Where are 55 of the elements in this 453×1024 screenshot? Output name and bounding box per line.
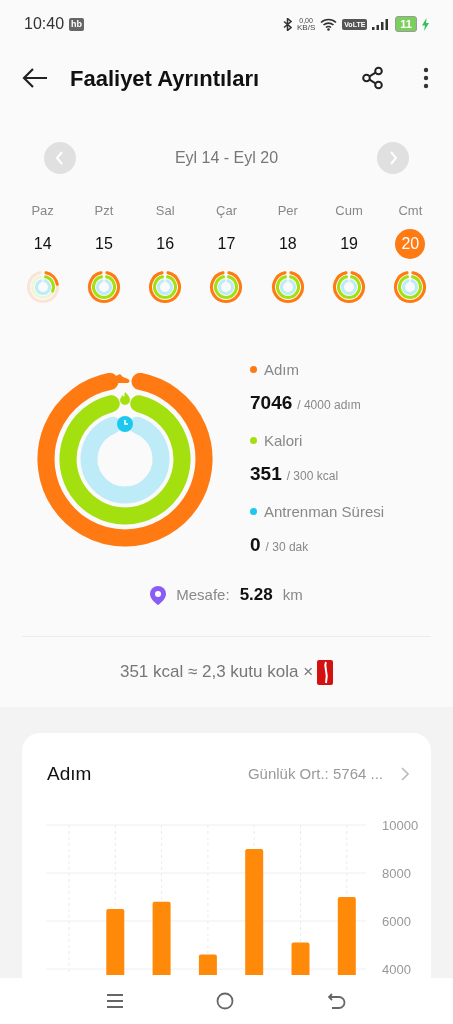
metric-label: Kalori [264,430,303,451]
metric-goal: / 300 kcal [286,468,339,485]
battery-indicator: 11 [395,16,417,32]
chevron-right-icon [388,151,398,165]
axis-tick-label: 10000 [382,818,419,833]
home-icon[interactable] [216,992,235,1010]
week-range: Eyl 14 - Eyl 20 [174,148,279,168]
chevron-left-icon [55,151,65,165]
distance-unit: km [282,584,303,605]
shoe-icon [116,374,130,383]
day-button[interactable]: 18 [272,229,303,259]
clock-icon [117,416,133,432]
location-pin-icon [150,585,167,605]
day-button[interactable]: 14 [27,229,58,259]
chart-bar [291,942,310,975]
weekday-label: Paz [31,202,54,220]
daily-average: Günlük Ort.: 5764 ... [247,763,383,784]
weekday-label: Per [277,202,298,220]
metric-goal: / 30 dak [265,539,309,556]
day-button[interactable]: 15 [88,229,119,259]
day-button[interactable]: 19 [334,229,365,259]
day-button[interactable]: 16 [150,229,181,259]
metric-label: Antrenman Süresi [264,501,385,522]
metric-value: 0 [250,533,261,557]
charging-icon [422,17,429,31]
weekday-label: Cum [335,202,363,220]
notification-badge: hb [69,17,85,31]
flame-icon [120,392,130,405]
day-button[interactable]: 17 [211,229,242,259]
axis-tick-label: 6000 [382,914,411,929]
axis-tick-label: 4000 [382,962,411,975]
soda-can-icon [317,659,334,685]
back-icon[interactable] [328,993,347,1009]
weekday-label: Sal [155,202,175,220]
signal-icon [372,18,391,30]
calorie-comparison: 351 kcal ≈ 2,3 kutu kola × [119,661,314,684]
speed-unit: KB/S [297,23,316,32]
distance-label: Mesafe: [176,584,230,605]
weekday-label: Cmt [398,202,423,220]
wifi-icon [320,17,338,31]
card-title: Adım [47,761,93,786]
weekday-label: Çar [216,202,237,220]
metric-value: 351 [250,462,282,486]
axis-tick-label: 8000 [382,866,411,881]
chart-bar [106,909,125,975]
clock-time: 10:40 [24,14,65,34]
metric-label: Adım [264,359,299,380]
metric-goal: / 4000 adım [297,397,361,414]
bluetooth-icon [283,17,292,31]
weekday-label: Pzt [94,202,114,220]
metric-value: 7046 [250,391,293,415]
page-title: Faaliyet Ayrıntıları [70,64,261,93]
menu-icon[interactable] [106,993,123,1009]
distance-value: 5.28 [239,584,273,607]
chart-bar [198,954,217,975]
